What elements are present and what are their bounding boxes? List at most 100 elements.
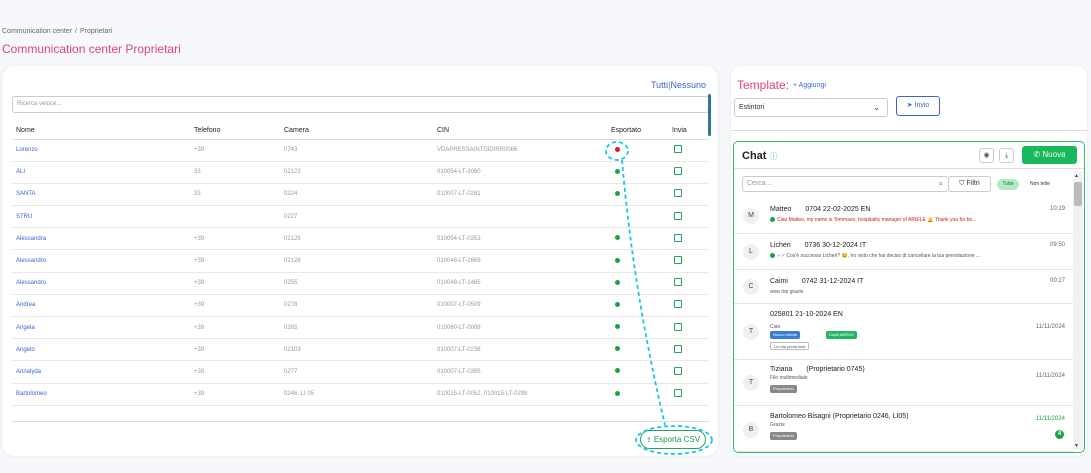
send-template-button[interactable]: ➤ Invio [896,96,940,116]
scrollbar-thumb[interactable] [1074,182,1082,206]
export-csv-button[interactable]: ⇪ Esporta CSV [640,430,706,449]
owner-phone: +39 [194,383,284,406]
contact-name: Caimi [770,278,788,285]
template-select[interactable]: Estintori ⌄ [734,98,888,117]
add-template-link[interactable]: + Aggiungi [793,82,826,89]
breadcrumb-item-communication-center[interactable]: Communication center [2,28,72,35]
column-header-invia[interactable]: Invia [672,122,709,140]
table-row[interactable]: SANTA 33 0224 010007-LT-0281 [12,183,709,207]
chat-scrollbar[interactable]: ▲ ▼ [1073,172,1083,450]
new-chat-label: Nuova [1042,150,1066,159]
send-checkbox[interactable] [674,189,682,198]
exported-cell [611,205,672,229]
upload-icon: ⇪ [645,437,652,444]
template-select-value: Estintori [739,104,765,111]
column-header-nome[interactable]: Nome [12,122,194,140]
column-header-esportato[interactable]: Esportato [611,122,672,140]
table-row[interactable]: ALI 33 02123 010054-LT-3060 [12,161,709,184]
send-checkbox[interactable] [674,322,682,331]
send-checkbox[interactable] [674,145,682,154]
eye-icon[interactable]: ◉ [979,148,994,163]
send-cell [672,227,709,251]
owner-name[interactable]: ALI [12,161,194,184]
send-checkbox[interactable] [674,366,682,375]
owner-phone [194,205,284,229]
exported-cell [611,360,672,384]
search-icon[interactable]: ⌕ [939,179,943,189]
owner-name[interactable]: SANTA [12,183,194,207]
select-all-link[interactable]: Tutti [651,80,668,90]
export-csv-label: Esporta CSV [653,435,701,444]
owner-name[interactable]: Alessandro [12,272,194,295]
column-header-telefono[interactable]: Telefono [194,122,284,140]
send-checkbox[interactable] [674,233,682,242]
chat-tag: Proprietario [770,385,797,393]
owner-name[interactable]: Alessandro [12,249,194,273]
owner-cin: 010007-LT-0395 [437,360,611,384]
filters-label: Filtri [966,180,980,187]
send-checkbox[interactable] [674,256,682,265]
owner-name[interactable]: STRU [12,205,194,229]
chat-list-item[interactable]: T Tiziana (Proprietario 0745) File multimed… [734,360,1074,406]
tab-unread[interactable]: Non lette [1024,179,1056,190]
table-row[interactable]: Bartolomeo +39 0246, LI 05 010015-LT-0052, … [12,383,709,406]
owner-name[interactable]: Angelo [12,338,194,362]
owner-name[interactable]: Andrea [12,294,194,318]
download-icon[interactable]: ⤓ [999,148,1014,163]
send-checkbox[interactable] [674,167,682,176]
chat-list-item[interactable]: M Matteo 0704 22-02-2025 EN Ciao Matteo, my… [734,198,1074,234]
chat-preview: Ciao Matteo, my name is Tommaso, hospita… [770,217,1040,223]
table-row[interactable]: Angelo +39 02103 010007-LT-0236 [12,338,709,362]
exported-status-dot [615,279,620,285]
send-cell [672,272,709,295]
column-header-cin[interactable]: CIN [437,122,611,140]
template-divider [731,130,1087,131]
owner-room: 02125 [284,227,437,251]
send-checkbox[interactable] [674,344,682,353]
chat-preview: Ciao [770,324,1040,330]
table-row[interactable]: Alessandro +39 02128 010048-LT-2669 [12,249,709,273]
owner-room: 02123 [284,161,437,184]
owner-name[interactable]: Annalyda [12,360,194,384]
chat-time: 11/11/2024 [1035,416,1065,422]
owner-name[interactable]: Lorenzo [12,139,194,162]
table-row[interactable]: Alessandro +39 0255 010048-LT-1465 [12,272,709,295]
table-row[interactable]: Angela +39 0265 010060-LT-0008 [12,316,709,340]
chat-search-input[interactable]: Cerca... ⌕ [742,176,949,192]
owner-cin: 010060-LT-0008 [437,316,611,340]
contact-meta: 0704 22-02-2025 EN [805,206,871,213]
send-checkbox[interactable] [674,389,682,398]
table-row[interactable]: Alessandra +39 02125 010054-LT-0353 [12,227,709,251]
owner-name[interactable]: Angela [12,316,194,340]
owner-name[interactable]: Alessandra [12,227,194,251]
owner-name[interactable]: Bartolomeo [12,383,194,406]
send-checkbox[interactable] [674,211,682,220]
exported-status-dot [615,168,620,174]
chat-contact-name: Caimi 0742 31-12-2024 IT [770,278,863,285]
column-header-camera[interactable]: Camera [284,122,437,140]
quick-search-input[interactable]: Ricerca veloce... [12,96,709,113]
owner-room: 0278 [284,294,437,318]
filters-button[interactable]: ⛉ Filtri [948,176,991,192]
select-none-link[interactable]: Nessuno [670,80,706,90]
chat-list-item[interactable]: T 025801 21-10-2024 EN Ciao 11/11/2024 Nuovo… [734,304,1074,360]
scroll-up-icon[interactable]: ▲ [1074,173,1079,179]
chat-list-item[interactable]: L Licheri 0736 30-12-2024 IT ✓✓Cos'è succes… [734,234,1074,270]
send-checkbox[interactable] [674,278,682,287]
send-checkbox[interactable] [674,300,682,309]
table-header-row: Nome Telefono Camera CIN Esportato Invia [12,122,709,140]
table-row[interactable]: Annalyda +39 0277 010007-LT-0395 [12,360,709,384]
exported-cell [611,294,672,318]
new-chat-button[interactable]: ✆ Nuova [1022,146,1077,164]
select-controls: Tutti|Nessuno [651,80,706,90]
table-row[interactable]: Lorenzo +39 0743 VDAPRESSAINTDIDIRR0066 [12,139,709,162]
info-icon[interactable]: ⓘ [769,152,777,161]
table-row[interactable]: STRU 0227 [12,205,709,229]
unread-badge: 4 [1055,430,1064,439]
exported-status-dot [615,235,620,241]
chat-list-item[interactable]: B Bartolomeo Bisagni (Proprietario 0246, … [734,406,1074,452]
table-row[interactable]: Andrea +39 0278 010007-LT-0509 [12,294,709,318]
tab-all[interactable]: Tutte [997,179,1019,190]
scroll-down-icon[interactable]: ▼ [1074,443,1079,449]
chat-list-item[interactable]: C Caimi 0742 31-12-2024 IT wow top grazie 00… [734,270,1074,304]
